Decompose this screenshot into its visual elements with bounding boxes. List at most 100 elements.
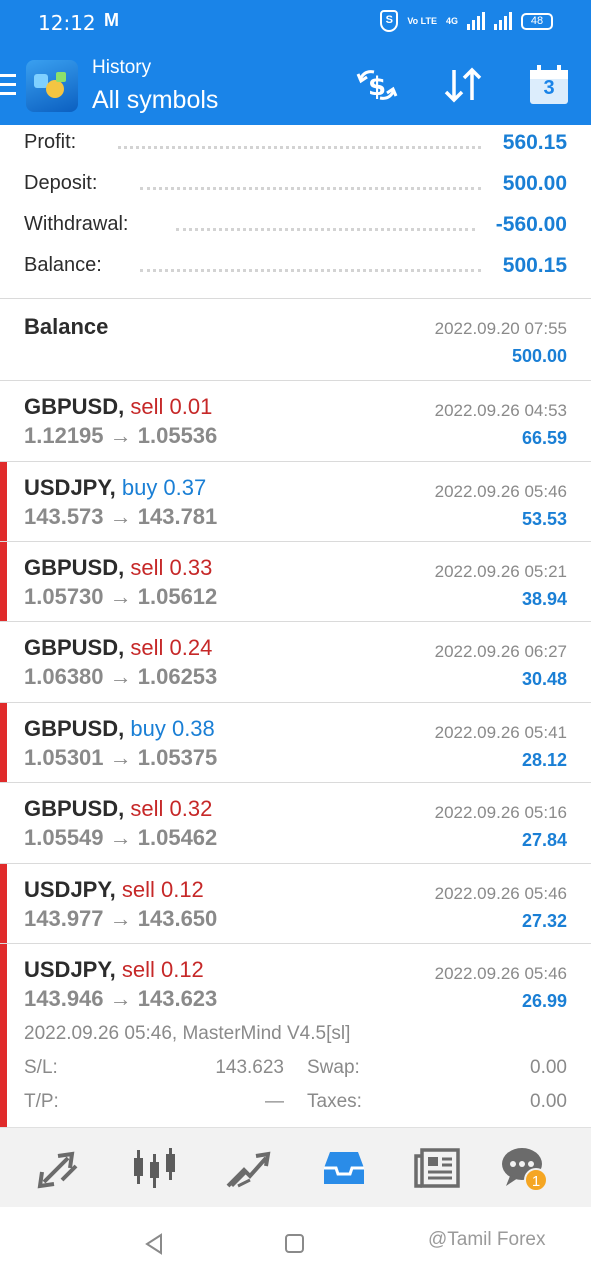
deal-comment: 2022.09.26 05:46, MasterMind V4.5[sl]	[24, 1023, 351, 1044]
operation-time: 2022.09.20 07:55	[434, 319, 567, 338]
symbol-filter-title[interactable]: All symbols	[92, 86, 218, 115]
deal-symbol-line: USDJPY, sell 0.12	[24, 877, 204, 903]
deal-side-volume: buy 0.38	[130, 716, 215, 741]
menu-icon[interactable]	[0, 74, 16, 96]
deal-symbol: GBPUSD,	[24, 796, 125, 821]
detail-line-sl-swap: S/L: 143.623 Swap: 0.00	[0, 1057, 591, 1087]
summary-value: 500.00	[502, 172, 567, 195]
deal-row[interactable]: USDJPY, sell 0.12 143.977 → 143.650 2022…	[0, 864, 591, 944]
sl-value: 143.623	[215, 1057, 284, 1078]
tp-label: T/P:	[24, 1091, 59, 1112]
deal-profit: 27.84	[521, 830, 567, 850]
deposit-withdraw-icon[interactable]: $	[354, 64, 400, 106]
deal-side-volume: buy 0.37	[121, 475, 207, 500]
detail-line-tp-taxes: T/P: — Taxes: 0.00	[0, 1091, 591, 1121]
chat-nav-item[interactable]: 1	[498, 1142, 550, 1194]
leader-dots	[118, 145, 481, 149]
deal-prices: 1.06380 → 1.06253	[24, 664, 218, 689]
app-logo	[26, 60, 78, 112]
shield-icon: S	[380, 10, 399, 32]
deal-prices: 143.573 → 143.781	[24, 504, 218, 529]
quotes-icon[interactable]	[34, 1142, 86, 1194]
deal-side-volume: sell 0.12	[121, 877, 204, 902]
summary-label: Profit:	[24, 131, 77, 153]
row-marker	[0, 944, 7, 1024]
row-marker	[0, 703, 7, 783]
deal-side-volume: sell 0.12	[121, 957, 204, 982]
deal-symbol-line: USDJPY, sell 0.12	[24, 957, 204, 983]
home-icon[interactable]	[285, 1234, 304, 1253]
leader-dots	[140, 186, 481, 190]
row-marker	[0, 542, 7, 622]
deal-profit: 30.48	[521, 669, 567, 689]
deal-symbol: USDJPY,	[24, 877, 116, 902]
back-icon[interactable]	[144, 1233, 164, 1255]
summary-value: -560.00	[495, 213, 567, 236]
trade-icon[interactable]	[222, 1142, 274, 1194]
deal-symbol-line: GBPUSD, sell 0.24	[24, 635, 212, 661]
history-icon[interactable]	[318, 1142, 370, 1194]
deal-row[interactable]: GBPUSD, sell 0.33 1.05730 → 1.05612 2022…	[0, 542, 591, 622]
deal-profit: 66.59	[521, 428, 567, 448]
deal-prices: 143.977 → 143.650	[24, 906, 218, 931]
swap-label: Swap:	[307, 1057, 360, 1078]
deal-side-volume: sell 0.24	[130, 635, 213, 660]
deal-time: 2022.09.26 05:41	[434, 723, 567, 742]
deal-side-volume: sell 0.32	[130, 796, 213, 821]
screen-subtitle: History	[92, 57, 152, 78]
deal-row[interactable]: GBPUSD, sell 0.01 1.12195 → 1.05536 2022…	[0, 381, 591, 461]
deal-side-volume: sell 0.33	[130, 555, 213, 580]
deal-profit: 26.99	[521, 991, 567, 1011]
summary-balance-row: Balance: 500.15	[0, 252, 591, 293]
deal-time: 2022.09.26 05:46	[434, 884, 567, 903]
chart-icon[interactable]	[128, 1142, 180, 1194]
deal-profit: 28.12	[521, 750, 567, 770]
deal-prices: 143.946 → 143.623	[24, 986, 218, 1011]
deal-profit: 38.94	[521, 589, 567, 609]
summary-label: Withdrawal:	[24, 213, 129, 235]
summary-value: 500.15	[502, 254, 567, 277]
balance-operation-row[interactable]: Balance 2022.09.20 07:55 500.00	[0, 300, 591, 380]
signal-icon-2	[494, 12, 512, 30]
battery-icon: 48	[521, 12, 553, 30]
taxes-value: 0.00	[530, 1091, 567, 1112]
operation-label: Balance	[24, 314, 109, 339]
deal-row[interactable]: GBPUSD, sell 0.24 1.06380 → 1.06253 2022…	[0, 622, 591, 702]
taxes-label: Taxes:	[307, 1091, 362, 1112]
deal-side-volume: sell 0.01	[130, 394, 213, 419]
deal-prices: 1.05549 → 1.05462	[24, 825, 218, 850]
deal-row[interactable]: GBPUSD, sell 0.32 1.05549 → 1.05462 2022…	[0, 783, 591, 863]
row-marker	[0, 864, 7, 944]
deal-prices: 1.05301 → 1.05375	[24, 745, 218, 770]
system-navigation-bar: @Tamil Forex	[0, 1207, 591, 1280]
deal-prices: 1.05730 → 1.05612	[24, 584, 218, 609]
sort-icon[interactable]	[440, 64, 486, 106]
deal-time: 2022.09.26 04:53	[434, 401, 567, 420]
summary-value: 560.15	[502, 131, 567, 154]
swap-value: 0.00	[530, 1057, 567, 1078]
mail-notification-icon: M	[104, 10, 119, 30]
deal-row[interactable]: USDJPY, buy 0.37 143.573 → 143.781 2022.…	[0, 462, 591, 542]
summary-profit-row: Profit: 560.15	[0, 129, 591, 170]
deal-symbol: GBPUSD,	[24, 635, 125, 660]
signal-icon	[467, 12, 485, 30]
deal-row[interactable]: GBPUSD, buy 0.38 1.05301 → 1.05375 2022.…	[0, 703, 591, 783]
tp-value: —	[265, 1091, 284, 1112]
deal-time: 2022.09.26 05:46	[434, 964, 567, 983]
deal-time: 2022.09.26 05:46	[434, 482, 567, 501]
deal-profit: 53.53	[521, 509, 567, 529]
leader-dots	[176, 227, 475, 231]
operation-amount: 500.00	[511, 346, 567, 366]
news-icon[interactable]	[412, 1142, 464, 1194]
deal-row-expanded[interactable]: USDJPY, sell 0.12 143.946 → 143.623 2022…	[0, 944, 591, 1024]
deal-symbol: GBPUSD,	[24, 394, 125, 419]
summary-label: Balance:	[24, 254, 102, 276]
volte-indicator: Vo LTE	[407, 15, 437, 26]
deal-time: 2022.09.26 06:27	[434, 642, 567, 661]
deal-symbol-line: GBPUSD, sell 0.01	[24, 394, 212, 420]
status-time: 12:12	[38, 11, 96, 35]
chat-badge: 1	[524, 1168, 548, 1192]
watermark: @Tamil Forex	[428, 1229, 546, 1250]
deal-time: 2022.09.26 05:16	[434, 803, 567, 822]
deal-symbol: GBPUSD,	[24, 555, 125, 580]
